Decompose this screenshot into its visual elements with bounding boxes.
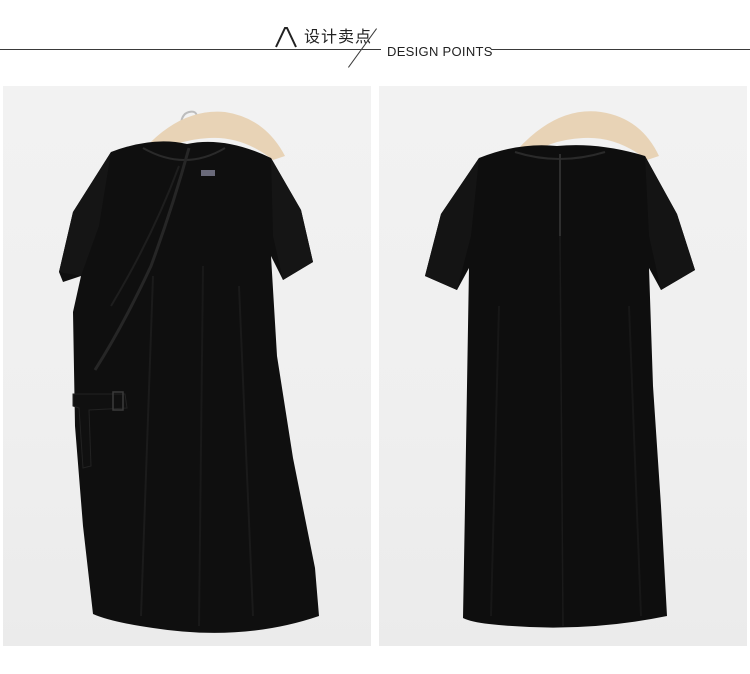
- amii-logo-icon: [275, 27, 297, 48]
- header-rule-left: [0, 49, 381, 50]
- neck-label: [201, 170, 215, 176]
- section-title-cn: 设计卖点: [304, 27, 373, 46]
- product-image-back: [379, 86, 747, 646]
- section-title-en: DESIGN POINTS: [387, 44, 493, 59]
- section-header: 设计卖点 DESIGN POINTS: [0, 0, 750, 80]
- product-image-front: [3, 86, 371, 646]
- dress-front-illustration: [59, 110, 319, 633]
- header-rule-right: [491, 49, 750, 50]
- dress-back-illustration: [425, 111, 695, 628]
